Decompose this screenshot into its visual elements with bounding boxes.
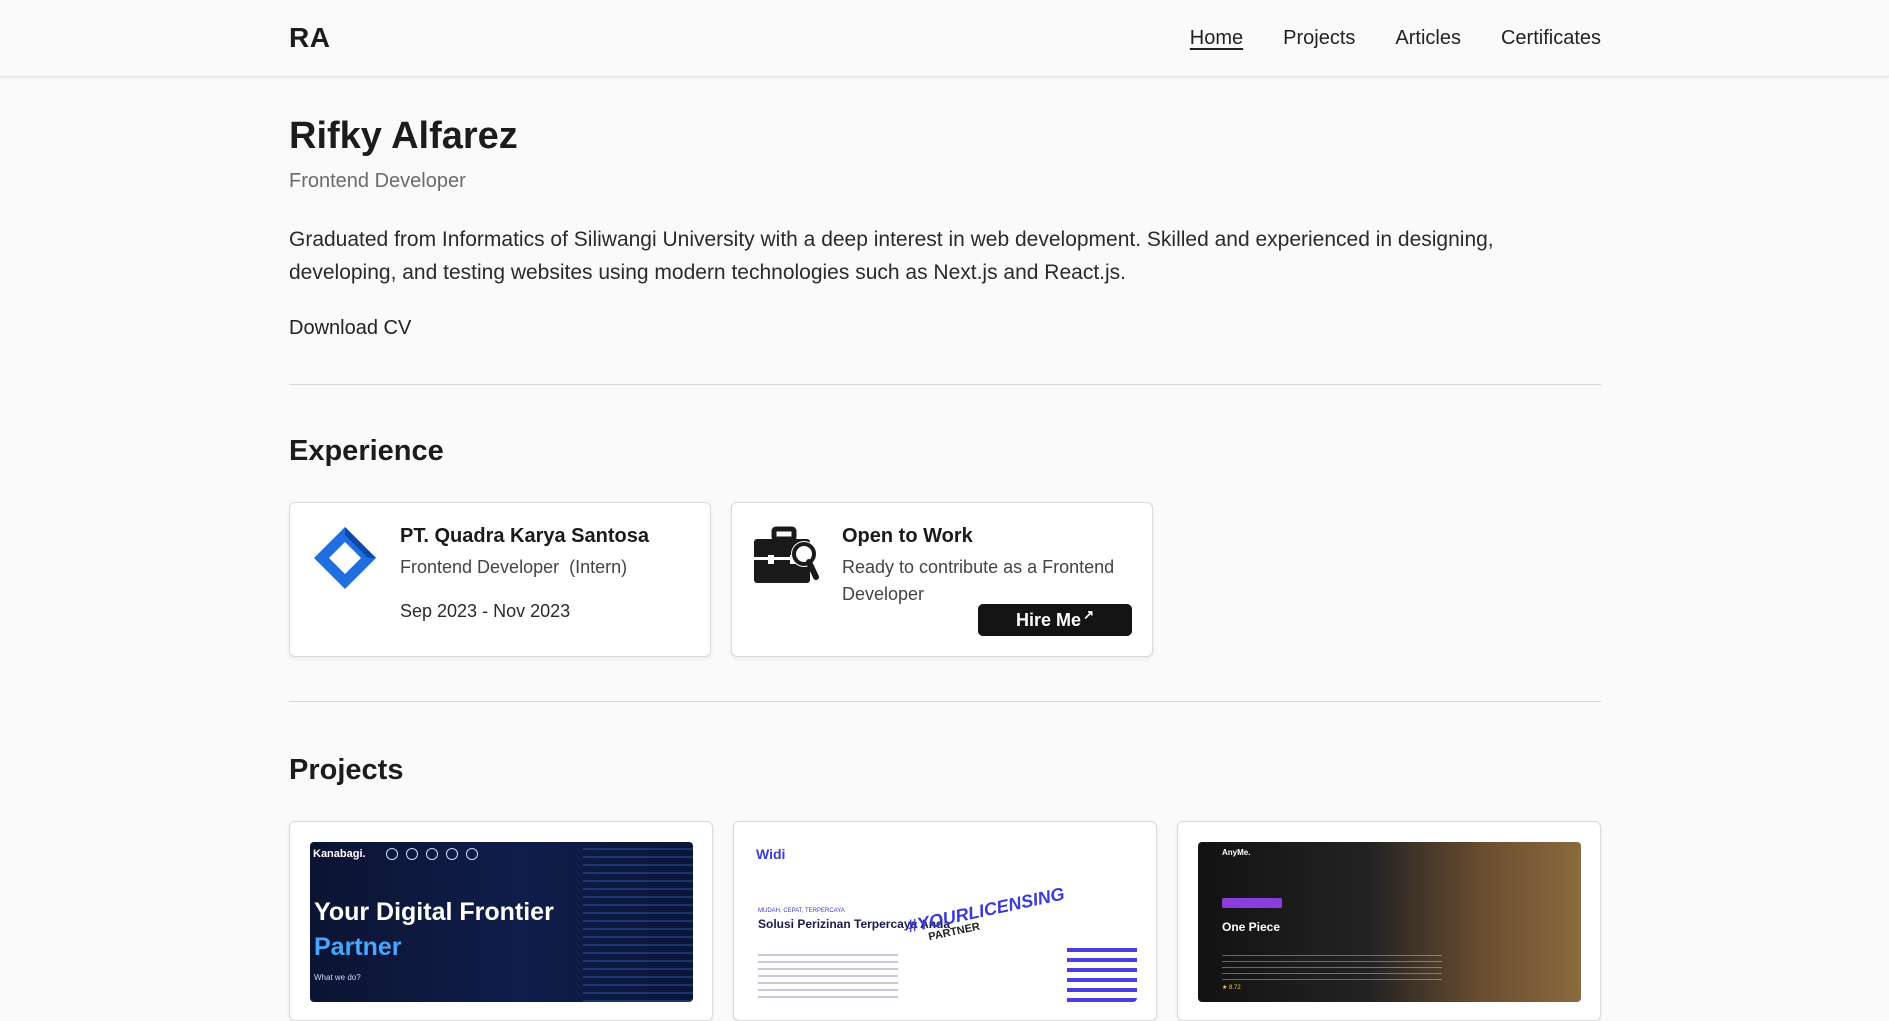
job-position: Frontend Developer <box>400 557 560 577</box>
briefcase-search-icon <box>754 526 819 583</box>
project-card-kanabagi[interactable]: Kanabagi. Your Digital Frontier Partner … <box>289 821 713 1021</box>
nav-certificates-link[interactable]: Certificates <box>1501 27 1601 50</box>
experience-section: Experience PT. Quadra Karya Santosa Fron… <box>289 385 1601 657</box>
nav-projects-link[interactable]: Projects <box>1283 27 1355 50</box>
download-cv-link[interactable]: Download CV <box>289 317 411 340</box>
thumb-brand: Kanabagi. <box>313 848 366 860</box>
hire-me-label: Hire Me <box>1016 609 1082 630</box>
project-thumbnail-widi: Widi MUDAH, CEPAT, TERPERCAYA Solusi Per… <box>754 842 1137 1002</box>
project-thumbnail-kanabagi: Kanabagi. Your Digital Frontier Partner … <box>310 842 693 1002</box>
experience-cards: PT. Quadra Karya Santosa Frontend Develo… <box>289 502 1601 657</box>
navbar-inner: RA Home Projects Articles Certificates <box>289 0 1601 76</box>
thumb-brand: Widi <box>756 846 786 862</box>
job-period: Sep 2023 - Nov 2023 <box>400 601 571 621</box>
experience-title: Experience <box>289 435 444 467</box>
experience-card-body: PT. Quadra Karya Santosa Frontend Develo… <box>400 525 692 622</box>
profile-bio: Graduated from Informatics of Siliwangi … <box>289 228 1494 284</box>
thumb-brand: AnyMe. <box>1222 848 1251 857</box>
projects-title: Projects <box>289 754 404 786</box>
main-content: Rifky Alfarez Frontend Developer Graduat… <box>289 77 1601 1021</box>
thumb-hashtag: #YOURLICENSING <box>905 883 1067 937</box>
profile-role: Frontend Developer <box>289 170 466 192</box>
project-cards: Kanabagi. Your Digital Frontier Partner … <box>289 821 1601 1021</box>
open-to-work-desc: Ready to contribute as a Frontend Develo… <box>842 557 1115 604</box>
thumb-paragraph <box>1222 950 1442 980</box>
nav-links: Home Projects Articles Certificates <box>1190 27 1601 50</box>
thumb-paragraph <box>758 950 898 998</box>
company-name: PT. Quadra Karya Santosa <box>400 525 649 547</box>
nav-articles-link[interactable]: Articles <box>1395 27 1461 50</box>
thumb-tagline: MUDAH, CEPAT, TERPERCAYA <box>758 908 845 914</box>
thumb-nav-icons <box>386 848 478 860</box>
open-to-work-body: Open to Work Ready to contribute as a Fr… <box>842 525 1134 608</box>
experience-card-quadra: PT. Quadra Karya Santosa Frontend Develo… <box>289 502 711 657</box>
external-link-icon: ↗ <box>1083 607 1094 622</box>
hero-section: Rifky Alfarez Frontend Developer Graduat… <box>289 77 1601 340</box>
thumb-badge <box>1222 898 1282 908</box>
open-to-work-title: Open to Work <box>842 525 973 547</box>
thumb-rating: ★ 8.72 <box>1222 985 1241 991</box>
thumb-sub: What we do? <box>314 973 361 982</box>
project-card-widi[interactable]: Widi MUDAH, CEPAT, TERPERCAYA Solusi Per… <box>733 821 1157 1021</box>
open-to-work-card: Open to Work Ready to contribute as a Fr… <box>731 502 1153 657</box>
nav-home-link[interactable]: Home <box>1190 27 1243 50</box>
project-card-anyme[interactable]: AnyMe. One Piece ★ 8.72 <box>1177 821 1601 1021</box>
project-thumbnail-anyme: AnyMe. One Piece ★ 8.72 <box>1198 842 1581 1002</box>
navbar: RA Home Projects Articles Certificates <box>0 0 1889 77</box>
site-logo[interactable]: RA <box>289 22 330 54</box>
thumb-headline: Your Digital Frontier <box>314 898 554 926</box>
thumb-illustration <box>1067 942 1137 1002</box>
job-position-line: Frontend Developer (Intern) <box>400 554 692 581</box>
profile-name: Rifky Alfarez <box>289 115 518 157</box>
hire-me-button[interactable]: Hire Me ↗ <box>978 604 1132 636</box>
code-background <box>583 842 693 1002</box>
thumb-headline-2: Partner <box>314 933 402 961</box>
projects-section: Projects Kanabagi. Your Digital Frontier… <box>289 702 1601 1021</box>
job-type: (Intern) <box>569 557 628 577</box>
thumb-headline: One Piece <box>1222 920 1281 934</box>
company-logo-icon <box>314 527 376 589</box>
